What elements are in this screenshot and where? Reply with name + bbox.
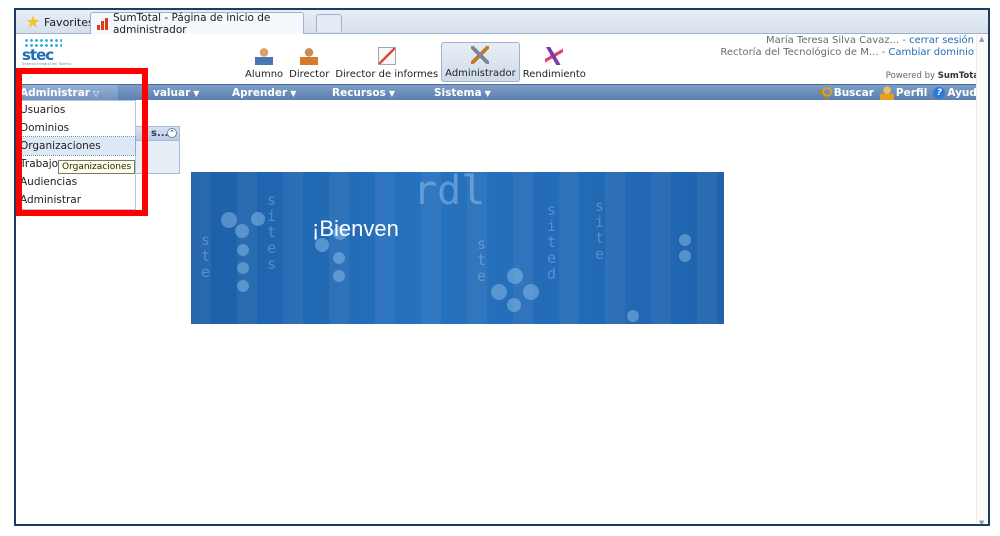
separator: - bbox=[878, 47, 889, 58]
profile-icon bbox=[879, 86, 894, 100]
chevron-down-icon: ▼ bbox=[290, 89, 297, 98]
menu-item-usuarios[interactable]: Usuarios bbox=[17, 101, 135, 119]
main-nav: Administrar ▽ valuar ▼ Aprender ▼ Recursos ▼… bbox=[16, 84, 988, 101]
favorites-label: Favorites bbox=[44, 15, 94, 29]
nav-label: valuar bbox=[153, 87, 191, 99]
nav-administrar[interactable]: Administrar ▽ bbox=[16, 85, 118, 101]
role-label: Rendimiento bbox=[522, 69, 586, 80]
search-label: Buscar bbox=[833, 87, 874, 99]
role-director-informes[interactable]: Director de informes bbox=[332, 42, 441, 82]
logout-link[interactable]: cerrar sesión bbox=[909, 35, 974, 46]
nav-label: Recursos bbox=[332, 87, 386, 99]
banner-dot bbox=[251, 212, 265, 226]
scroll-down-icon[interactable]: ▼ bbox=[979, 519, 984, 524]
menu-item-administrar[interactable]: Administrar bbox=[17, 191, 135, 209]
banner-dot bbox=[627, 310, 639, 322]
role-label: Administrador bbox=[445, 68, 516, 79]
banner-dot bbox=[237, 244, 249, 256]
student-icon bbox=[255, 47, 274, 65]
banner-dot bbox=[491, 284, 507, 300]
tooltip: Organizaciones bbox=[58, 160, 136, 174]
app-header: stec Sistema Integral del Talento Alumno… bbox=[16, 34, 988, 84]
nav-aprender[interactable]: Aprender ▼ bbox=[232, 85, 296, 101]
stec-logo: stec Sistema Integral del Talento bbox=[20, 38, 71, 66]
profile-button[interactable]: Perfil bbox=[879, 86, 928, 100]
administrar-dropdown-menu: Usuarios Dominios Organizaciones Trabajo… bbox=[16, 100, 136, 210]
role-alumno[interactable]: Alumno bbox=[242, 42, 286, 82]
role-director[interactable]: Director bbox=[286, 42, 332, 82]
banner-glyphs: s i t e s bbox=[267, 191, 277, 273]
banner-glyphs: s t e bbox=[477, 235, 487, 285]
browser-tab-bar: Favorites SumTotal - Página de inicio de… bbox=[16, 10, 988, 36]
search-button[interactable]: Buscar bbox=[817, 87, 874, 99]
nav-label: Aprender bbox=[232, 87, 288, 99]
banner-dot bbox=[507, 268, 523, 284]
nav-evaluar[interactable]: valuar ▼ bbox=[153, 85, 199, 101]
change-domain-link[interactable]: Cambiar dominio bbox=[888, 47, 974, 58]
banner-dot bbox=[333, 252, 345, 264]
profile-label: Perfil bbox=[895, 87, 928, 99]
chevron-down-icon: ▽ bbox=[92, 89, 100, 98]
banner-dot bbox=[237, 280, 249, 292]
browser-tab-active[interactable]: SumTotal - Página de inicio de administr… bbox=[90, 11, 304, 36]
menu-item-organizaciones[interactable]: Organizaciones bbox=[16, 136, 136, 156]
role-administrador[interactable]: Administrador bbox=[441, 42, 520, 82]
tools-icon bbox=[471, 46, 490, 64]
nav-sistema[interactable]: Sistema ▼ bbox=[434, 85, 491, 101]
banner-glyphs: s i t e bbox=[595, 197, 605, 263]
user-info: María Teresa Silva Cavaz... - cerrar ses… bbox=[720, 35, 974, 59]
favorites-button[interactable]: Favorites bbox=[20, 13, 100, 31]
banner-dot bbox=[235, 224, 249, 238]
browser-window: Favorites SumTotal - Página de inicio de… bbox=[14, 8, 990, 526]
banner-dot bbox=[507, 298, 521, 312]
nav-utilities: Buscar Perfil ? Ayuda bbox=[817, 85, 984, 101]
powered-prefix: Powered by bbox=[885, 71, 938, 81]
sumtotal-favicon-icon bbox=[97, 17, 108, 30]
menu-item-dominios[interactable]: Dominios bbox=[17, 119, 135, 137]
banner-dot bbox=[237, 262, 249, 274]
banner-dot bbox=[523, 284, 539, 300]
banner-glyphs: s te bbox=[201, 231, 211, 281]
banner-dot bbox=[679, 250, 691, 262]
new-tab-button[interactable] bbox=[316, 14, 342, 32]
user-name: María Teresa Silva Cavaz... bbox=[765, 35, 900, 46]
manager-icon bbox=[300, 47, 319, 65]
role-rendimiento[interactable]: Rendimiento bbox=[520, 42, 589, 82]
banner-glyphs: s i t e d bbox=[547, 201, 557, 283]
scroll-up-icon[interactable]: ▲ bbox=[979, 35, 984, 43]
star-icon bbox=[26, 15, 40, 28]
domain-name: Rectoría del Tecnológico de M... bbox=[720, 47, 879, 58]
banner-title: ¡Bienven bbox=[312, 216, 399, 241]
help-icon: ? bbox=[933, 87, 946, 99]
tab-title: SumTotal - Página de inicio de administr… bbox=[113, 11, 271, 36]
chevron-down-icon: ▼ bbox=[484, 89, 491, 98]
search-icon bbox=[817, 87, 832, 99]
banner-large-glyph: rdl bbox=[413, 172, 485, 211]
role-label: Director de informes bbox=[335, 69, 439, 80]
chevron-down-icon: ▼ bbox=[388, 89, 395, 98]
banner-dot bbox=[221, 212, 237, 228]
collapse-icon[interactable]: ⌃ bbox=[167, 128, 177, 138]
separator: - bbox=[899, 35, 910, 46]
nav-label: Sistema bbox=[434, 87, 482, 99]
performance-icon bbox=[545, 47, 564, 65]
role-label: Director bbox=[289, 69, 330, 80]
role-label: Alumno bbox=[245, 69, 284, 80]
banner-dot bbox=[679, 234, 691, 246]
chevron-down-icon: ▼ bbox=[193, 89, 200, 98]
left-panel-title: s... bbox=[151, 128, 169, 139]
vertical-scrollbar[interactable]: ▲ ▼ bbox=[976, 34, 988, 524]
nav-label: Administrar bbox=[20, 87, 90, 99]
nav-recursos[interactable]: Recursos ▼ bbox=[332, 85, 395, 101]
menu-item-audiencias[interactable]: Audiencias bbox=[17, 173, 135, 191]
welcome-banner: s te s i t e s s t e s i t e d s i t e r… bbox=[191, 172, 724, 324]
powered-by: Powered by SumTotal bbox=[886, 71, 982, 81]
role-switcher: Alumno Director Director de informes Adm… bbox=[242, 42, 589, 82]
report-icon bbox=[377, 47, 396, 65]
logo-tagline: Sistema Integral del Talento bbox=[22, 62, 71, 66]
banner-dot bbox=[333, 270, 345, 282]
